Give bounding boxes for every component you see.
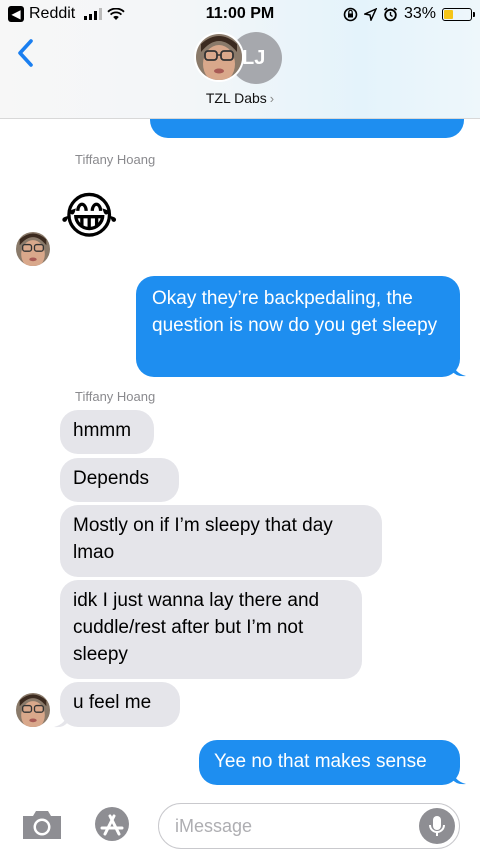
message-text: Yee no that makes sense <box>214 751 427 772</box>
emoji-tears-of-joy: 😂 <box>60 187 119 245</box>
battery-percent: 33% <box>403 5 436 22</box>
message-text: Mostly on if I’m sleepy that day lmao <box>73 515 333 563</box>
message-input[interactable]: iMessage <box>158 803 460 849</box>
message-in[interactable]: u feel me <box>60 682 180 727</box>
battery-icon <box>442 7 475 21</box>
bubble-tail <box>452 769 466 785</box>
avatar-photo <box>194 32 244 82</box>
location-icon <box>363 7 377 21</box>
message-in[interactable]: idk I just wanna lay there and cuddle/re… <box>60 580 362 679</box>
message-in[interactable]: Mostly on if I’m sleepy that day lmao <box>60 505 382 577</box>
message-in[interactable]: Depends <box>60 458 179 502</box>
sender-avatar[interactable] <box>16 693 50 727</box>
contact-name[interactable]: TZL Dabs › <box>0 90 480 106</box>
contact-name-label: TZL Dabs <box>205 90 267 106</box>
message-text: idk I just wanna lay there and cuddle/re… <box>73 590 320 665</box>
message-out[interactable]: Okay they’re backpedaling, the question … <box>136 276 460 377</box>
camera-icon[interactable] <box>20 808 64 842</box>
app-store-icon[interactable] <box>90 804 134 844</box>
alarm-icon <box>383 6 397 21</box>
sender-name: Tiffany Hoang <box>75 152 156 167</box>
message-out[interactable]: Yee no that makes sense <box>199 740 460 785</box>
screen-lock-icon <box>343 7 358 21</box>
bubble-tail <box>452 361 466 377</box>
bubble-tail <box>54 712 68 728</box>
microphone-icon[interactable] <box>419 808 455 844</box>
chevron-left-icon[interactable] <box>14 38 38 68</box>
message-text: hmmm <box>73 420 132 441</box>
message-text: Okay they’re backpedaling, the question … <box>152 288 438 336</box>
contact-avatars[interactable]: LJ <box>194 32 286 84</box>
sender-avatar[interactable] <box>16 232 50 266</box>
message-in-emoji[interactable]: 😂 <box>60 186 120 246</box>
chevron-right-icon: › <box>269 91 275 106</box>
message-text: Depends <box>73 468 150 489</box>
message-in[interactable]: hmmm <box>60 410 154 454</box>
status-bar: ◀ Reddit 11:00 PM 33% <box>0 0 480 30</box>
message-input-placeholder: iMessage <box>175 816 253 836</box>
sender-name: Tiffany Hoang <box>75 389 156 404</box>
status-right: 33% <box>343 5 475 23</box>
message-text: u feel me <box>73 692 152 713</box>
